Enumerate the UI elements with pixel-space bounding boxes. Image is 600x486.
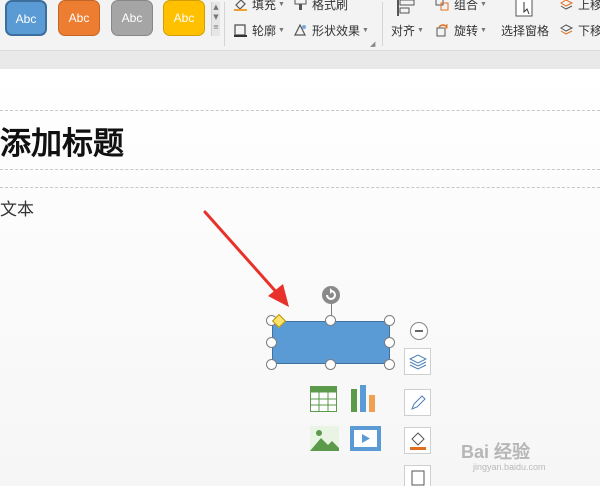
fill-bucket-icon bbox=[410, 432, 426, 450]
resize-handle-bottom-left[interactable] bbox=[266, 359, 277, 370]
table-icon[interactable] bbox=[310, 386, 337, 412]
shape-outline-button[interactable] bbox=[404, 389, 431, 416]
resize-handle-bottom[interactable] bbox=[325, 359, 336, 370]
collapse-toolbar-icon[interactable] bbox=[410, 322, 428, 340]
rotate-handle-icon[interactable] bbox=[322, 286, 340, 304]
frame-icon bbox=[411, 470, 425, 486]
watermark-brand: Bai 经验 bbox=[461, 442, 531, 462]
chart-icon[interactable] bbox=[350, 385, 380, 413]
layer-button[interactable] bbox=[404, 348, 431, 375]
shape-fill-button[interactable] bbox=[404, 427, 431, 454]
red-arrow-annotation bbox=[203, 210, 289, 307]
resize-handle-bottom-right[interactable] bbox=[384, 359, 395, 370]
watermark-url: jingyan.baidu.com bbox=[473, 462, 546, 472]
layers-icon bbox=[409, 354, 427, 370]
baidu-watermark: Bai 经验 jingyan.baidu.com bbox=[461, 432, 600, 486]
pen-icon bbox=[411, 395, 426, 410]
resize-handle-left[interactable] bbox=[266, 337, 277, 348]
resize-handle-top[interactable] bbox=[325, 315, 336, 326]
resize-handle-right[interactable] bbox=[384, 337, 395, 348]
resize-handle-top-right[interactable] bbox=[384, 315, 395, 326]
video-icon[interactable] bbox=[350, 426, 381, 451]
selected-rectangle-shape[interactable] bbox=[272, 321, 390, 364]
more-options-button[interactable] bbox=[404, 465, 431, 486]
image-icon[interactable] bbox=[310, 426, 339, 451]
